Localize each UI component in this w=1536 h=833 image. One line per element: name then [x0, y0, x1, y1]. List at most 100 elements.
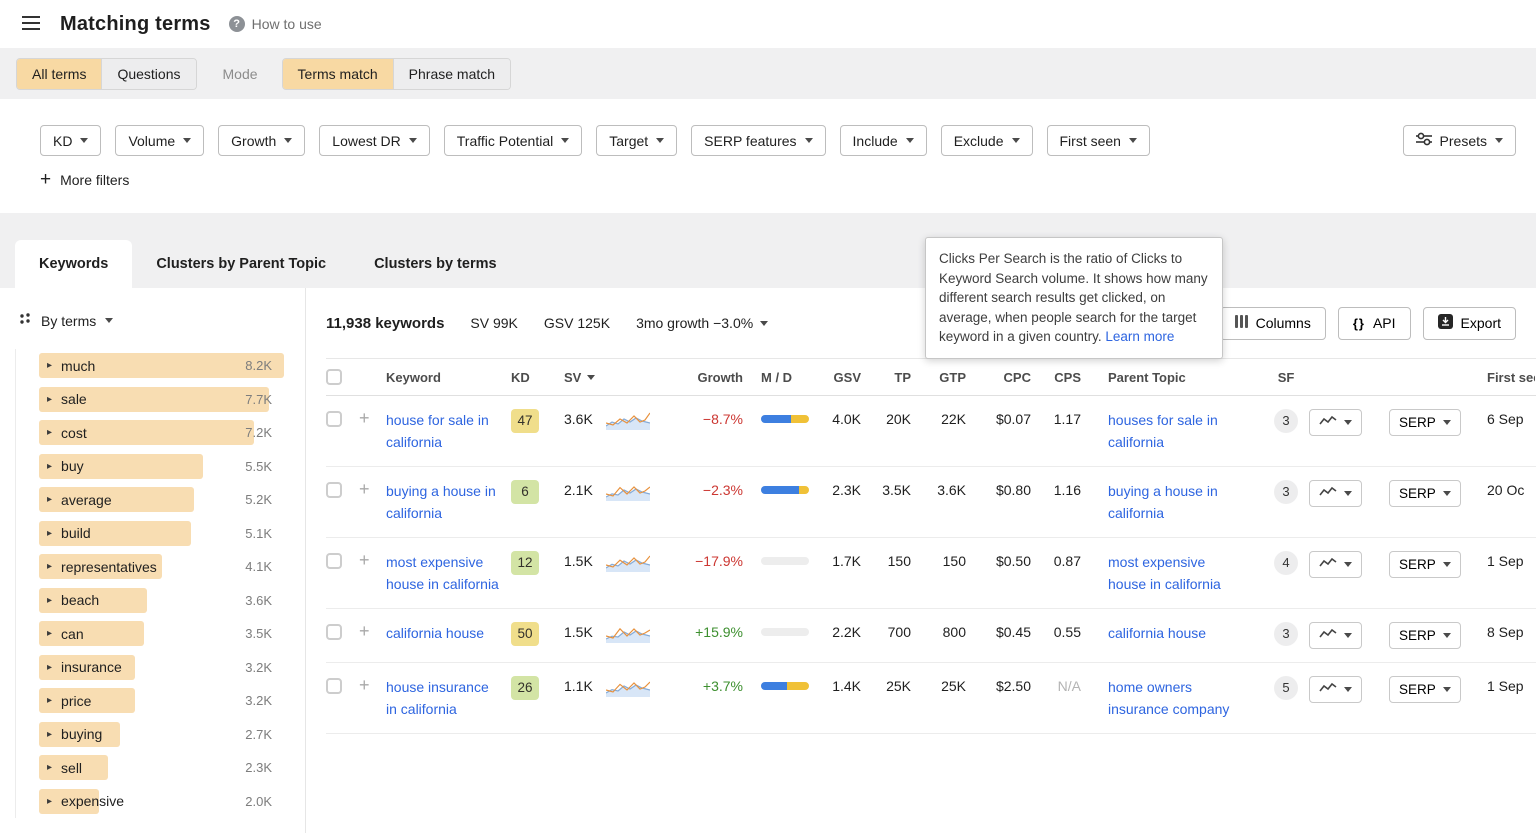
- filter-exclude[interactable]: Exclude: [941, 125, 1033, 156]
- row-checkbox[interactable]: [326, 482, 342, 498]
- term-row-beach[interactable]: ▸beach3.6K: [16, 584, 305, 618]
- keyword-link[interactable]: house insurance in california: [386, 676, 501, 720]
- row-checkbox[interactable]: [326, 624, 342, 640]
- filter-lowest-dr[interactable]: Lowest DR: [319, 125, 429, 156]
- toggle-terms-match[interactable]: Terms match: [283, 59, 393, 89]
- filter-serp-features[interactable]: SERP features: [691, 125, 825, 156]
- filter-target[interactable]: Target: [596, 125, 677, 156]
- term-row-buy[interactable]: ▸buy5.5K: [16, 450, 305, 484]
- col-header-md[interactable]: M / D: [753, 370, 826, 385]
- filter-traffic-potential[interactable]: Traffic Potential: [444, 125, 583, 156]
- serp-dropdown-button[interactable]: SERP: [1389, 551, 1461, 578]
- hamburger-menu-button[interactable]: [18, 12, 44, 37]
- col-header-growth[interactable]: Growth: [683, 370, 753, 385]
- more-filters-button[interactable]: + More filters: [40, 172, 129, 188]
- filter-kd[interactable]: KD: [40, 125, 101, 156]
- term-row-insurance[interactable]: ▸insurance3.2K: [16, 651, 305, 685]
- add-to-list-button[interactable]: +: [359, 550, 370, 570]
- row-checkbox[interactable]: [326, 678, 342, 694]
- how-to-use-link[interactable]: ? How to use: [229, 16, 322, 32]
- keyword-link[interactable]: house for sale in california: [386, 409, 501, 453]
- add-to-list-button[interactable]: +: [359, 408, 370, 428]
- position-history-button[interactable]: [1309, 676, 1362, 703]
- col-header-first-seen[interactable]: First seen: [1465, 370, 1535, 385]
- add-to-list-button[interactable]: +: [359, 621, 370, 641]
- term-row-can[interactable]: ▸can3.5K: [16, 617, 305, 651]
- toggle-all-terms[interactable]: All terms: [17, 59, 101, 89]
- col-header-cpc[interactable]: CPC: [976, 370, 1041, 385]
- first-seen-value: 8 Sep: [1465, 622, 1535, 642]
- by-terms-dropdown[interactable]: By terms: [0, 288, 305, 329]
- serp-dropdown-button[interactable]: SERP: [1389, 480, 1461, 507]
- keyword-row-house-insurance-in-california: +house insurance in california261.1K+3.7…: [326, 663, 1536, 734]
- tab-keywords[interactable]: Keywords: [15, 240, 132, 288]
- add-to-list-button[interactable]: +: [359, 479, 370, 499]
- chevron-right-icon: ▸: [47, 461, 52, 472]
- parent-topic-link[interactable]: home owners insurance company: [1108, 676, 1246, 720]
- keyword-link[interactable]: buying a house in california: [386, 480, 501, 524]
- term-row-build[interactable]: ▸build5.1K: [16, 517, 305, 551]
- col-header-gsv[interactable]: GSV: [826, 370, 871, 385]
- col-header-sv[interactable]: SV: [564, 370, 595, 385]
- serp-dropdown-button[interactable]: SERP: [1389, 676, 1461, 703]
- term-row-sell[interactable]: ▸sell2.3K: [16, 751, 305, 785]
- term-row-buying[interactable]: ▸buying2.7K: [16, 718, 305, 752]
- filter-volume[interactable]: Volume: [115, 125, 204, 156]
- braces-icon: {}: [1353, 316, 1365, 331]
- sv-value: 3.6K: [564, 409, 606, 429]
- col-header-cps[interactable]: CPS: [1041, 370, 1091, 385]
- tp-value: 3.5K: [871, 480, 921, 500]
- api-button[interactable]: {} API: [1338, 307, 1411, 340]
- caret-down-icon: [1344, 562, 1352, 567]
- mobile-desktop-ratio-bar: [761, 415, 809, 423]
- filter-label: Volume: [128, 133, 175, 149]
- growth-dropdown[interactable]: 3mo growth −3.0%: [636, 315, 768, 331]
- position-history-button[interactable]: [1309, 409, 1362, 436]
- learn-more-link[interactable]: Learn more: [1105, 329, 1174, 344]
- keyword-link[interactable]: most expensive house in california: [386, 551, 501, 595]
- parent-topic-link[interactable]: most expensive house in california: [1108, 551, 1246, 595]
- term-row-much[interactable]: ▸much8.2K: [16, 349, 305, 383]
- toggle-questions[interactable]: Questions: [101, 59, 195, 89]
- filter-include[interactable]: Include: [840, 125, 927, 156]
- col-header-tp[interactable]: TP: [871, 370, 921, 385]
- toggle-phrase-match[interactable]: Phrase match: [393, 59, 510, 89]
- cps-value: 0.87: [1041, 551, 1091, 571]
- col-header-gtp[interactable]: GTP: [921, 370, 976, 385]
- presets-button[interactable]: Presets: [1403, 125, 1516, 156]
- parent-topic-link[interactable]: buying a house in california: [1108, 480, 1246, 524]
- filter-first-seen[interactable]: First seen: [1047, 125, 1150, 156]
- serp-dropdown-button[interactable]: SERP: [1389, 409, 1461, 436]
- select-all-checkbox[interactable]: [326, 369, 342, 385]
- columns-button[interactable]: Columns: [1220, 307, 1326, 340]
- position-history-button[interactable]: [1309, 622, 1362, 649]
- term-row-representatives[interactable]: ▸representatives4.1K: [16, 550, 305, 584]
- parent-topic-link[interactable]: california house: [1108, 622, 1206, 644]
- serp-dropdown-button[interactable]: SERP: [1389, 622, 1461, 649]
- term-row-sale[interactable]: ▸sale7.7K: [16, 383, 305, 417]
- tab-clusters-by-terms[interactable]: Clusters by terms: [350, 240, 521, 288]
- keyword-link[interactable]: california house: [386, 622, 484, 644]
- caret-down-icon: [906, 138, 914, 143]
- export-button[interactable]: Export: [1423, 307, 1516, 340]
- term-row-average[interactable]: ▸average5.2K: [16, 483, 305, 517]
- row-checkbox[interactable]: [326, 553, 342, 569]
- filter-growth[interactable]: Growth: [218, 125, 305, 156]
- col-header-keyword[interactable]: Keyword: [386, 370, 511, 385]
- term-row-price[interactable]: ▸price3.2K: [16, 684, 305, 718]
- term-frequency-bar: [39, 621, 144, 646]
- filter-label: KD: [53, 133, 72, 149]
- col-header-parent-topic[interactable]: Parent Topic: [1091, 370, 1263, 385]
- add-to-list-button[interactable]: +: [359, 675, 370, 695]
- col-header-sf[interactable]: SF: [1263, 370, 1309, 385]
- term-row-cost[interactable]: ▸cost7.2K: [16, 416, 305, 450]
- top-header: Matching terms ? How to use: [0, 0, 1536, 48]
- term-row-expensive[interactable]: ▸expensive2.0K: [16, 785, 305, 819]
- col-header-kd[interactable]: KD: [511, 370, 564, 385]
- tab-clusters-by-parent-topic[interactable]: Clusters by Parent Topic: [132, 240, 350, 288]
- parent-topic-link[interactable]: houses for sale in california: [1108, 409, 1246, 453]
- position-history-button[interactable]: [1309, 551, 1362, 578]
- position-history-button[interactable]: [1309, 480, 1362, 507]
- toggle-label: Questions: [117, 66, 180, 82]
- row-checkbox[interactable]: [326, 411, 342, 427]
